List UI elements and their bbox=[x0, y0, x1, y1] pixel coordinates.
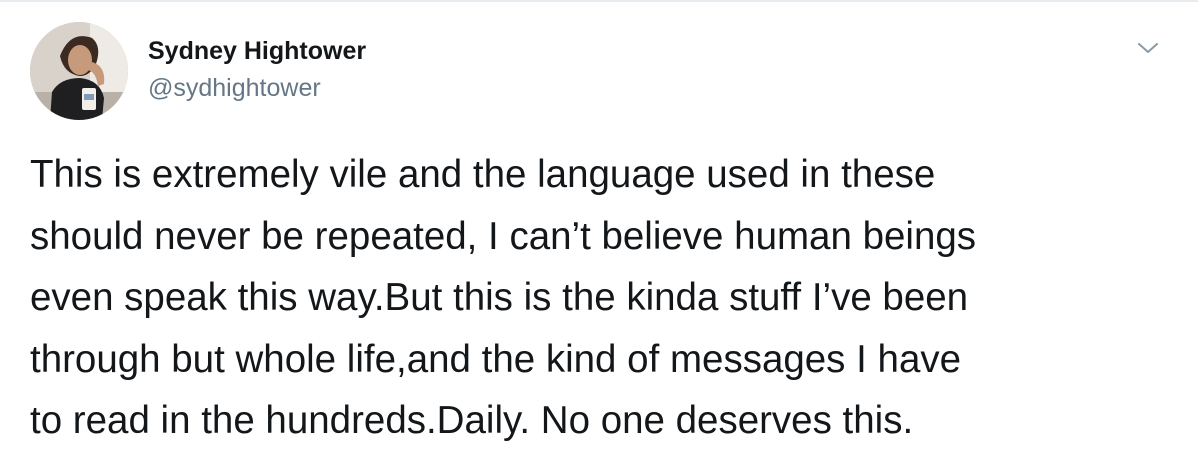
tweet-text-line: through but whole life,and the kind of m… bbox=[30, 337, 962, 381]
avatar-photo bbox=[30, 22, 128, 120]
tweet-card: Sydney Hightower @sydhightower This is e… bbox=[0, 0, 1198, 460]
author-name[interactable]: Sydney Hightower bbox=[148, 36, 366, 66]
tweet-text-line: should never be repeated, I can’t believ… bbox=[30, 214, 977, 258]
avatar[interactable] bbox=[30, 22, 128, 120]
chevron-down-icon[interactable] bbox=[1136, 36, 1160, 60]
tweet-text-line: even speak this way.But this is the kind… bbox=[30, 276, 969, 319]
tweet-text: This is extremely vile and the language … bbox=[30, 144, 1170, 452]
tweet-text-line: This is extremely vile and the language … bbox=[30, 153, 936, 196]
top-divider bbox=[0, 0, 1198, 2]
author-handle[interactable]: @sydhightower bbox=[148, 73, 366, 103]
author-block[interactable]: Sydney Hightower @sydhightower bbox=[148, 36, 366, 103]
tweet-text-line: to read in the hundreds.Daily. No one de… bbox=[30, 399, 914, 442]
